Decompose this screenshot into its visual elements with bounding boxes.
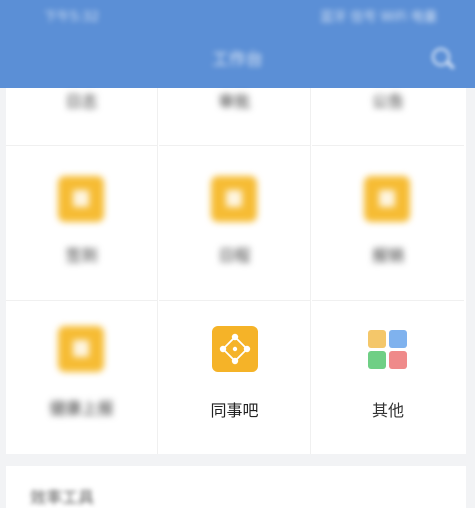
app-header: 下午5:32 蓝牙 信号 WiFi 电量 工作台 <box>0 0 475 88</box>
page-title: 工作台 <box>212 50 263 70</box>
four-tiles-icon <box>368 330 408 370</box>
health-report-icon <box>58 326 104 372</box>
grid-item-label: 公告 <box>371 92 404 111</box>
status-time: 下午5:32 <box>44 10 100 25</box>
checkin-icon <box>58 176 104 222</box>
grid-item-label: 报销 <box>371 246 404 265</box>
grid-item-reimburse[interactable]: 报销 <box>312 146 464 301</box>
grid-item-notice[interactable]: 公告 <box>312 88 464 146</box>
calendar-icon <box>211 176 257 222</box>
diamond-network-icon <box>212 326 258 372</box>
grid-item-schedule[interactable]: 日程 <box>159 146 311 301</box>
grid-item-log[interactable]: 日志 <box>6 88 158 146</box>
grid-item-approval[interactable]: 审批 <box>159 88 311 146</box>
status-indicators: 蓝牙 信号 WiFi 电量 <box>320 10 437 25</box>
grid-item-label: 审批 <box>218 92 251 111</box>
grid-item-label: 同事吧 <box>210 401 259 420</box>
grid-item-label: 健康上报 <box>49 399 114 418</box>
app-grid-card: 日志 审批 公告 签到 日程 报销 健康上报 同事吧 其他 <box>6 88 466 454</box>
app-grid: 日志 审批 公告 签到 日程 报销 健康上报 同事吧 其他 <box>6 88 466 454</box>
status-bar: 下午5:32 蓝牙 信号 WiFi 电量 <box>0 0 475 28</box>
section-title: 效率工具 <box>30 488 95 507</box>
grid-item-colleague-bar[interactable]: 同事吧 <box>159 301 311 454</box>
grid-item-health-report[interactable]: 健康上报 <box>6 301 158 454</box>
grid-item-label: 日志 <box>65 92 98 111</box>
search-button[interactable] <box>429 45 457 73</box>
grid-item-checkin[interactable]: 签到 <box>6 146 158 301</box>
grid-item-label: 其他 <box>371 401 404 420</box>
wallet-icon <box>364 176 410 222</box>
grid-item-label: 签到 <box>65 246 98 265</box>
grid-item-other[interactable]: 其他 <box>312 301 464 454</box>
grid-item-label: 日程 <box>218 246 251 265</box>
efficiency-tools-section: 效率工具 <box>6 466 466 508</box>
